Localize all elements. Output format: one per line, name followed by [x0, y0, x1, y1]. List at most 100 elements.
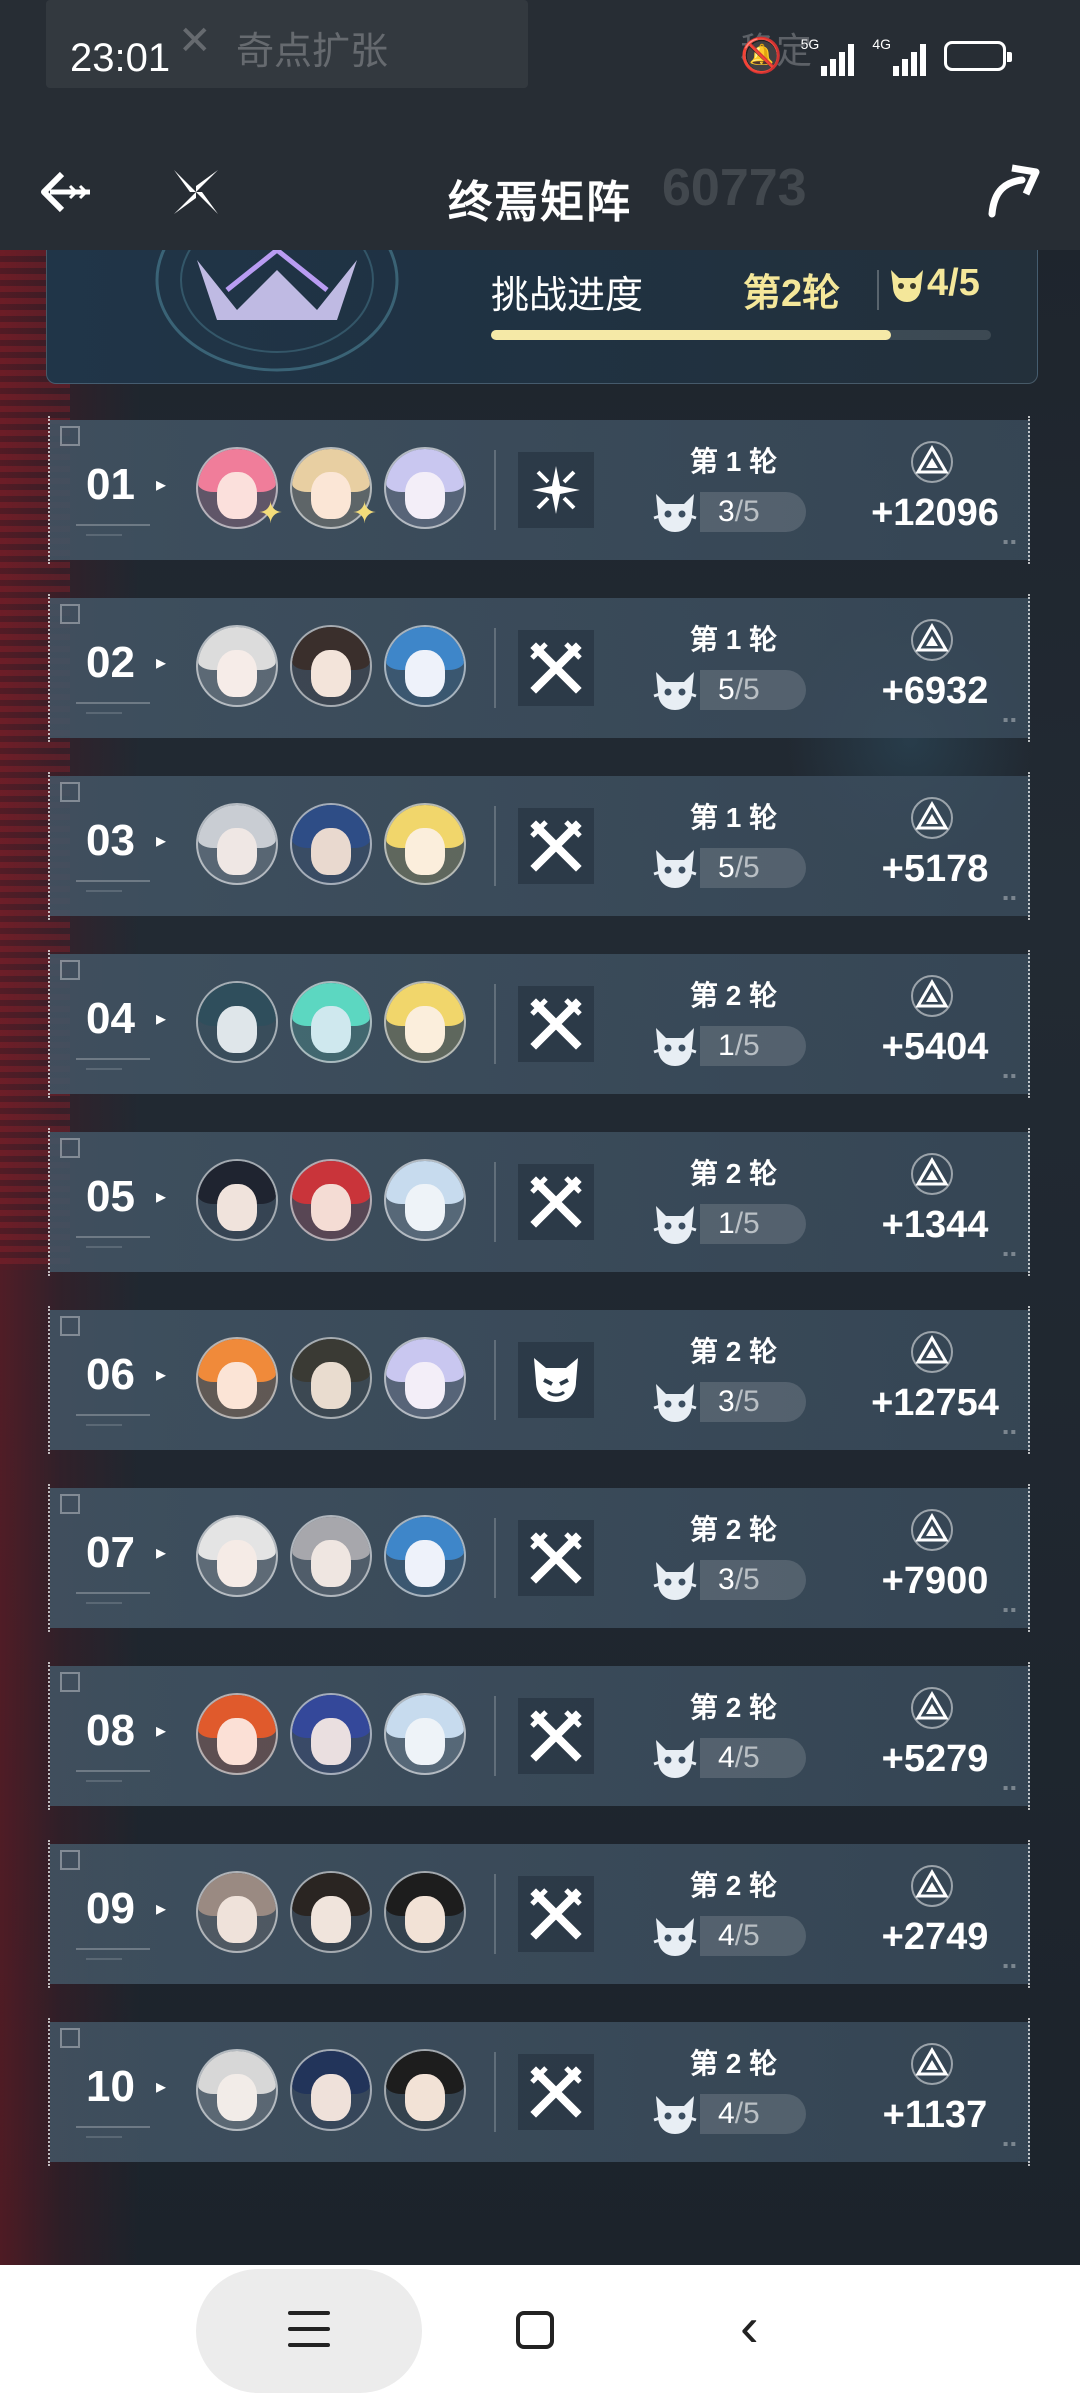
row-divider	[494, 2052, 496, 2132]
crossed-swords-icon	[518, 1698, 594, 1774]
character-avatar[interactable]	[384, 2049, 466, 2131]
character-avatar[interactable]	[196, 2049, 278, 2131]
avatar-face	[404, 1540, 446, 1588]
character-avatar[interactable]	[196, 1693, 278, 1775]
avatar-face	[310, 828, 352, 876]
record-row[interactable]: 02 ▸ 第 1 轮 5/5 +6932 ▪▪	[48, 594, 1030, 742]
corner-mark-icon	[60, 2028, 80, 2048]
character-avatar[interactable]	[196, 1871, 278, 1953]
character-avatar[interactable]	[196, 1337, 278, 1419]
rank-number: 02	[86, 638, 135, 687]
round-text: 第 2 轮	[690, 1514, 778, 1545]
record-row[interactable]: 10 ▸ 第 2 轮 4/5 +1137 ▪▪	[48, 2018, 1030, 2166]
matrix-emblem-icon	[127, 250, 427, 380]
character-avatar[interactable]	[384, 981, 466, 1063]
character-avatar[interactable]	[290, 803, 372, 885]
character-avatar[interactable]	[290, 1159, 372, 1241]
record-row[interactable]: 06 ▸ 第 2 轮 3/5 +12754 ▪▪	[48, 1306, 1030, 1454]
character-avatar[interactable]	[384, 447, 466, 529]
row-dots: ▪▪	[1002, 1246, 1018, 1263]
record-list: 01 ▸ 第 1 轮 3/5 +12096 ▪▪ ✦ ✦ 02 ▸ 第 1 轮 …	[48, 416, 1030, 2200]
corner-mark-icon	[60, 1850, 80, 1870]
character-avatar[interactable]	[196, 1515, 278, 1597]
avatar-face	[216, 1896, 258, 1944]
rank-arrow-icon: ▸	[156, 1186, 167, 1208]
rank-arrow-icon: ▸	[156, 652, 167, 674]
character-avatar[interactable]	[290, 1515, 372, 1597]
rank-arrow-icon: ▸	[156, 2076, 167, 2098]
record-row[interactable]: 08 ▸ 第 2 轮 4/5 +5279 ▪▪	[48, 1662, 1030, 1810]
kill-score-pill: 1/5	[700, 1204, 806, 1244]
avatar-face	[404, 472, 446, 520]
kill-score-pill: 1/5	[700, 1026, 806, 1066]
record-row[interactable]: 03 ▸ 第 1 轮 5/5 +5178 ▪▪	[48, 772, 1030, 920]
rank-underline-short	[86, 1780, 122, 1782]
row-dots: ▪▪	[1002, 1602, 1018, 1619]
avatar-face	[216, 1718, 258, 1766]
character-avatar[interactable]	[384, 1515, 466, 1597]
rank-number: 08	[86, 1706, 135, 1755]
avatar-face	[216, 1362, 258, 1410]
corner-mark-icon	[60, 1316, 80, 1336]
round-text: 第 2 轮	[690, 980, 778, 1011]
row-dots: ▪▪	[1002, 890, 1018, 907]
rank-underline-short	[86, 1068, 122, 1070]
rank-underline-short	[86, 712, 122, 714]
row-dots: ▪▪	[1002, 1780, 1018, 1797]
rank-underline-short	[86, 1246, 122, 1248]
character-avatar[interactable]	[290, 625, 372, 707]
character-avatar[interactable]	[290, 981, 372, 1063]
points-gain: +5404	[881, 1026, 989, 1068]
avatar-face	[404, 1896, 446, 1944]
character-avatar[interactable]	[196, 981, 278, 1063]
character-avatar[interactable]	[384, 1337, 466, 1419]
share-arrow-icon[interactable]	[982, 160, 1042, 220]
character-avatar[interactable]	[196, 803, 278, 885]
character-avatar[interactable]	[290, 1693, 372, 1775]
home-icon[interactable]	[516, 2311, 554, 2349]
demon-face-icon	[650, 1732, 700, 1782]
round-text: 第 2 轮	[690, 1870, 778, 1901]
character-avatar[interactable]	[384, 803, 466, 885]
record-row[interactable]: 04 ▸ 第 2 轮 1/5 +5404 ▪▪	[48, 950, 1030, 1098]
character-avatar[interactable]	[290, 2049, 372, 2131]
character-avatar[interactable]	[290, 1871, 372, 1953]
score-denominator: /5	[734, 1919, 760, 1952]
rank-underline	[76, 2126, 150, 2128]
crossed-swords-icon	[518, 808, 594, 884]
row-divider	[494, 984, 496, 1064]
status-time: 23:01	[70, 36, 171, 80]
record-row[interactable]: 05 ▸ 第 2 轮 1/5 +1344 ▪▪	[48, 1128, 1030, 1276]
rank-underline	[76, 880, 150, 882]
avatar-face	[310, 650, 352, 698]
score-current: 5	[718, 851, 735, 884]
menu-icon[interactable]	[288, 2311, 330, 2347]
record-row[interactable]: 01 ▸ 第 1 轮 3/5 +12096 ▪▪ ✦ ✦	[48, 416, 1030, 564]
character-avatar[interactable]	[384, 1693, 466, 1775]
points-gain: +6932	[881, 670, 989, 712]
record-row[interactable]: 09 ▸ 第 2 轮 4/5 +2749 ▪▪	[48, 1840, 1030, 1988]
rank-underline	[76, 1592, 150, 1594]
demon-face-icon	[650, 1020, 700, 1070]
character-avatar[interactable]	[196, 1159, 278, 1241]
kill-score-pill: 3/5	[700, 1560, 806, 1600]
character-avatar[interactable]	[384, 625, 466, 707]
points-gain: +5178	[881, 848, 989, 890]
avatar-face	[216, 2074, 258, 2122]
back-icon[interactable]: ‹	[740, 2299, 759, 2355]
record-row[interactable]: 07 ▸ 第 2 轮 3/5 +7900 ▪▪	[48, 1484, 1030, 1632]
crossed-swords-icon	[518, 1520, 594, 1596]
sparkle-star-icon: ✦	[258, 497, 284, 530]
character-avatar[interactable]	[290, 1337, 372, 1419]
avatar-face	[216, 650, 258, 698]
triangle-emblem-icon	[910, 1152, 954, 1196]
demon-face-icon	[650, 664, 700, 714]
rank-number: 03	[86, 816, 135, 865]
row-divider	[494, 628, 496, 708]
row-divider	[494, 1518, 496, 1598]
row-dots: ▪▪	[1002, 1068, 1018, 1085]
character-avatar[interactable]	[196, 625, 278, 707]
score-denominator: /5	[734, 673, 760, 706]
character-avatar[interactable]	[384, 1159, 466, 1241]
character-avatar[interactable]	[384, 1871, 466, 1953]
